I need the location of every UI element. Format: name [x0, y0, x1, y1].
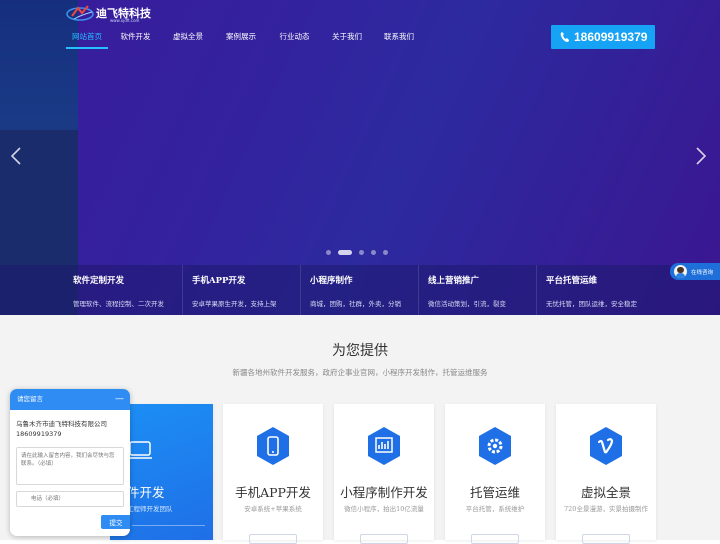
- phone-input[interactable]: [16, 491, 124, 507]
- nav-item-panorama[interactable]: 虚拟全景: [163, 25, 213, 49]
- carousel-dot-active[interactable]: [338, 249, 352, 255]
- nav-item-news[interactable]: 行业动态: [269, 25, 320, 49]
- nav-item-software[interactable]: 软件开发: [108, 25, 163, 49]
- card-title: 手机APP开发: [235, 485, 311, 500]
- section-subtitle: 新疆各地州软件开发服务，政府企事业官网，小程序开发制作，托管运维服务: [232, 368, 488, 377]
- monitor-icon: [128, 441, 152, 459]
- message-widget: 请您留言 — 乌鲁木齐市迪飞特科技有限公司18609919379 提交: [10, 389, 130, 536]
- feature-desc: 无忧托管，团队运维，安全稳定: [546, 300, 637, 308]
- message-widget-title: 请您留言: [17, 395, 43, 403]
- gear-icon: [479, 427, 511, 465]
- service-card-app[interactable]: 手机APP开发 安卓系统+苹果系统: [223, 404, 323, 544]
- carousel-dots: [326, 248, 395, 256]
- carousel-dot[interactable]: [326, 249, 331, 255]
- card-more-button[interactable]: [360, 534, 408, 544]
- feature-desc: 管理软件、流程控制、二次开发: [73, 300, 164, 308]
- feature-title: 小程序制作: [310, 276, 353, 286]
- logo-url: www.xjdft.com: [110, 18, 140, 23]
- service-card-hosting[interactable]: 托管运维 平台托管，系统维护: [445, 404, 545, 544]
- online-consult-label: 在线咨询: [691, 269, 714, 276]
- card-more-button[interactable]: [249, 534, 297, 544]
- feature-miniprogram[interactable]: 小程序制作 商城，团购，社群，外卖，分销: [300, 265, 418, 315]
- feature-software[interactable]: 软件定制开发 管理软件、流程控制、二次开发: [64, 265, 182, 315]
- card-desc: 720全景漫游，实景拍摄制作: [564, 505, 648, 513]
- card-more-button[interactable]: [471, 534, 519, 544]
- card-desc: 微信小程序，拍出10亿流量: [344, 505, 424, 513]
- message-widget-header: 请您留言 —: [10, 389, 130, 410]
- feature-title: 线上营销推广: [428, 276, 480, 286]
- nav-item-cases[interactable]: 案例展示: [213, 25, 269, 49]
- agent-avatar-icon: [674, 265, 687, 278]
- service-card-miniprogram[interactable]: 小程序制作开发 微信小程序，拍出10亿流量: [334, 404, 434, 544]
- main-nav: 网站首页 软件开发 虚拟全景 案例展示 行业动态 关于我们 联系我们: [66, 25, 424, 49]
- chart-icon: [368, 427, 400, 465]
- feature-title: 软件定制开发: [73, 276, 125, 286]
- service-card-panorama[interactable]: 虚拟全景 720全景漫游，实景拍摄制作: [556, 404, 656, 544]
- phone-hotline[interactable]: 18609919379: [551, 25, 655, 49]
- carousel-prev-icon[interactable]: [9, 146, 23, 166]
- logo[interactable]: 迪飞特科技 www.xjdft.com: [66, 3, 176, 23]
- card-title: 虚拟全景: [580, 485, 631, 500]
- company-info: 乌鲁木齐市迪飞特科技有限公司18609919379: [16, 420, 107, 438]
- minimize-icon[interactable]: —: [115, 389, 124, 409]
- feature-desc: 安卓苹果原生开发，支持上架: [192, 300, 277, 308]
- carousel-dot[interactable]: [383, 249, 388, 255]
- card-divider: [132, 525, 205, 526]
- carousel-dot[interactable]: [359, 249, 364, 255]
- card-title: 托管运维: [469, 485, 520, 500]
- carousel-dot[interactable]: [371, 249, 376, 255]
- card-desc: 平台托管，系统维护: [465, 505, 525, 513]
- carousel-next-icon[interactable]: [694, 146, 708, 166]
- section-title: 为您提供: [332, 343, 388, 359]
- card-more-button[interactable]: [582, 534, 630, 544]
- phone-icon: [257, 427, 289, 465]
- card-desc: 安卓系统+苹果系统: [244, 505, 302, 513]
- card-title: 小程序制作开发: [340, 485, 428, 500]
- nav-item-home[interactable]: 网站首页: [66, 25, 108, 49]
- feature-hosting[interactable]: 平台托管运维 无忧托管，团队运维，安全稳定: [536, 265, 656, 315]
- message-input[interactable]: [16, 447, 124, 485]
- submit-button[interactable]: 提交: [101, 515, 130, 529]
- feature-desc: 微信活动策划，引流，裂变: [428, 300, 506, 308]
- feature-app[interactable]: 手机APP开发 安卓苹果原生开发，支持上架: [182, 265, 300, 315]
- feature-title: 平台托管运维: [546, 276, 598, 286]
- phone-number: 18609919379: [574, 30, 648, 44]
- logo-mark-icon: [66, 5, 94, 21]
- feature-title: 手机APP开发: [192, 276, 246, 286]
- online-consult-tab[interactable]: 在线咨询: [670, 263, 720, 280]
- nav-item-contact[interactable]: 联系我们: [374, 25, 424, 49]
- feature-marketing[interactable]: 线上营销推广 微信活动策划，引流，裂变: [418, 265, 536, 315]
- vimeo-icon: [590, 427, 622, 465]
- site-header: 迪飞特科技 www.xjdft.com 网站首页 软件开发 虚拟全景 案例展示 …: [0, 0, 720, 55]
- nav-item-about[interactable]: 关于我们: [320, 25, 374, 49]
- phone-icon: [560, 32, 569, 42]
- feature-desc: 商城，团购，社群，外卖，分销: [310, 300, 401, 308]
